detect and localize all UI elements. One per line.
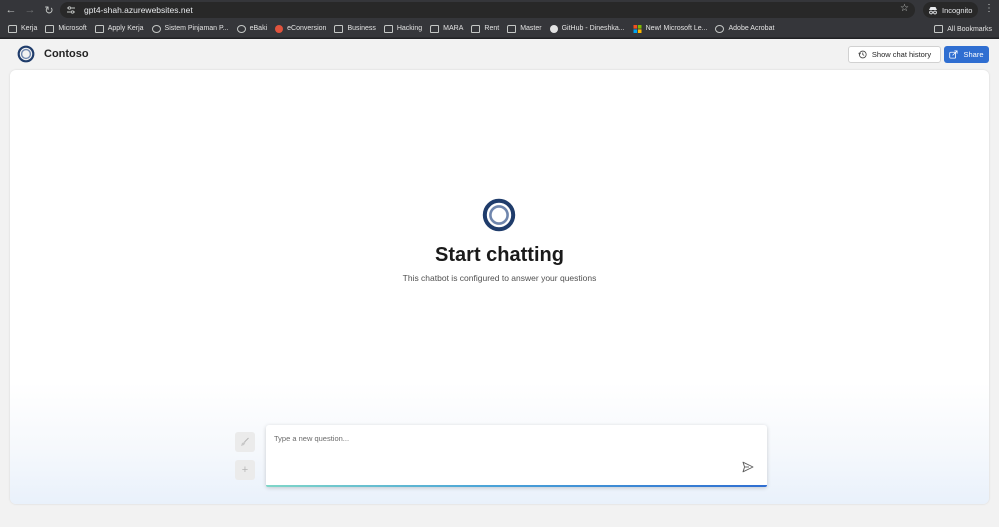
site-settings-icon[interactable] xyxy=(65,4,77,16)
bookmark-item[interactable]: Sistem Pinjaman P... xyxy=(151,24,229,33)
broom-icon xyxy=(241,437,249,446)
globe-icon xyxy=(715,24,725,33)
bookmark-star-icon[interactable]: ☆ xyxy=(900,3,909,14)
bookmark-item[interactable]: Rent xyxy=(471,24,499,33)
globe-icon xyxy=(151,24,161,33)
bookmark-item[interactable]: Hacking xyxy=(383,24,422,33)
input-focus-underline xyxy=(266,485,767,487)
globe-icon xyxy=(236,24,246,33)
folder-icon xyxy=(507,24,517,33)
bookmark-item[interactable]: Kerja xyxy=(8,24,37,33)
share-button[interactable]: Share xyxy=(944,46,989,63)
bookmark-item[interactable]: eConversion xyxy=(275,24,326,33)
chat-empty-logo-icon xyxy=(482,198,516,232)
empty-state-subtitle: This chatbot is configured to answer you… xyxy=(402,273,597,283)
reload-icon[interactable]: ↻ xyxy=(41,2,57,18)
back-arrow-icon[interactable]: ← xyxy=(3,2,19,18)
brand-name: Contoso xyxy=(44,48,89,60)
bookmark-item[interactable]: Microsoft xyxy=(45,24,87,33)
incognito-label: Incognito xyxy=(942,5,973,15)
folder-icon xyxy=(430,24,440,33)
url-text[interactable]: gpt4-shah.azurewebsites.net xyxy=(84,5,193,15)
bookmarks-bar: Kerja Microsoft Apply Kerja Sistem Pinja… xyxy=(0,20,999,38)
plus-icon: + xyxy=(241,464,249,476)
folder-icon xyxy=(8,24,17,33)
new-chat-button[interactable]: + xyxy=(235,460,255,480)
contoso-logo-icon xyxy=(17,45,35,63)
all-bookmarks[interactable]: All Bookmarks xyxy=(934,25,992,33)
folder-icon xyxy=(45,24,55,33)
bookmark-item[interactable]: GitHub - Dineshka... xyxy=(549,24,625,33)
incognito-icon xyxy=(929,7,937,15)
browser-toolbar: ← → ↻ gpt4-shah.azurewebsites.net ☆ Inco… xyxy=(0,0,999,20)
bookmark-item[interactable]: Business xyxy=(334,24,376,33)
app-root: Contoso Show chat history Share Start ch… xyxy=(0,39,999,527)
browser-menu-icon[interactable]: ⋮ xyxy=(984,3,994,14)
question-input[interactable] xyxy=(274,431,734,445)
share-icon xyxy=(949,50,958,59)
github-icon xyxy=(549,24,558,33)
send-icon[interactable] xyxy=(742,461,754,473)
clear-chat-button[interactable] xyxy=(235,432,255,452)
folder-icon xyxy=(94,24,104,33)
bookmark-item[interactable]: New! Microsoft Le... xyxy=(633,24,707,33)
bookmark-item[interactable]: eBaki xyxy=(236,24,267,33)
bookmark-item[interactable]: Master xyxy=(507,24,542,33)
question-input-box[interactable] xyxy=(266,425,767,487)
empty-state-title: Start chatting xyxy=(435,244,564,266)
forward-arrow-icon[interactable]: → xyxy=(22,2,38,18)
chat-panel: Start chatting This chatbot is configure… xyxy=(10,70,989,504)
econversion-icon xyxy=(275,24,284,33)
folder-icon xyxy=(471,24,481,33)
history-icon xyxy=(858,50,867,59)
app-header: Contoso Show chat history Share xyxy=(0,39,999,69)
folder-icon xyxy=(383,24,393,33)
incognito-badge[interactable]: Incognito xyxy=(923,2,978,18)
share-label: Share xyxy=(963,50,984,59)
show-chat-history-label: Show chat history xyxy=(871,50,932,59)
microsoft-icon xyxy=(633,24,642,33)
bookmark-item[interactable]: MARA xyxy=(430,24,463,33)
folder-icon xyxy=(334,24,344,33)
folder-icon xyxy=(934,25,944,33)
bookmark-item[interactable]: Adobe Acrobat xyxy=(715,24,774,33)
show-chat-history-button[interactable]: Show chat history xyxy=(848,46,941,63)
bookmark-item[interactable]: Apply Kerja xyxy=(94,24,144,33)
address-bar[interactable]: gpt4-shah.azurewebsites.net ☆ xyxy=(60,2,915,18)
